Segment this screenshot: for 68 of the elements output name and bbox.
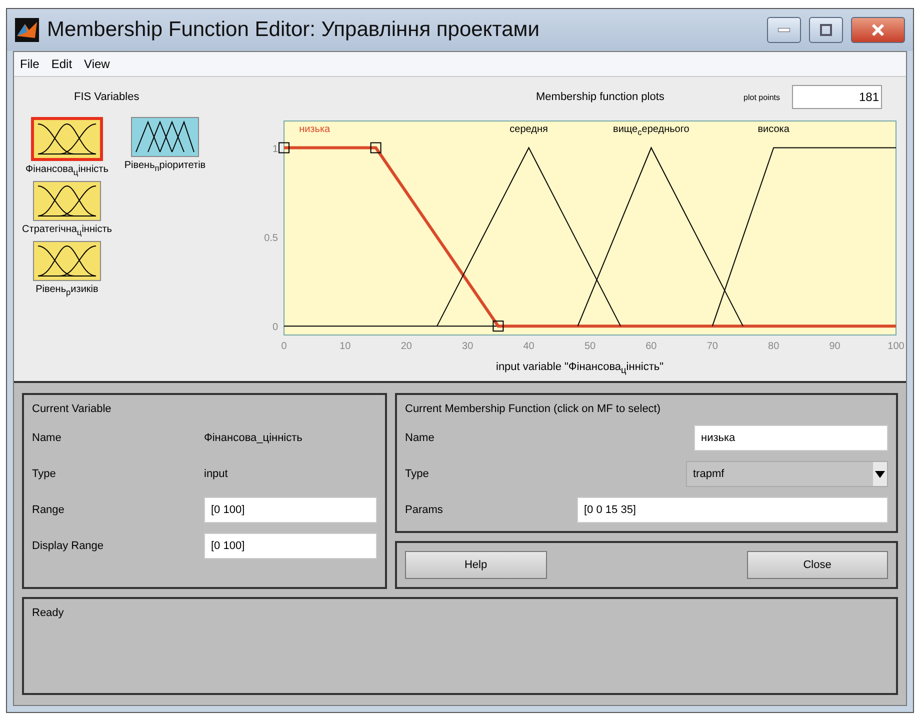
handle-marker[interactable] [278,142,290,154]
menu-item[interactable]: File [20,57,40,71]
variable-label: Рівень$_{р}$изиків [36,284,98,297]
field-label: Name [405,432,436,444]
menu-item[interactable]: View [84,57,110,71]
x-tick-label: 0 [281,341,287,352]
variable-label: Стратегічна$_{ц}$інність [22,224,112,237]
window-title: Membership Function Editor: Управління проектами [47,18,540,42]
mf-label[interactable]: низька [299,124,330,135]
field-label: Display Range [32,540,105,552]
x-tick-label: 10 [340,341,351,352]
plot-points-field[interactable]: 181 [792,85,882,109]
field-label: Range [32,504,66,516]
type-dropdown[interactable]: trapmf [686,461,888,487]
x-tick-label: 70 [706,341,718,352]
variable-label: Фінансова$_{ц}$інність [26,164,108,177]
mf-label[interactable]: вище$_{с}$ереднього [613,124,690,135]
variable-icon[interactable] [33,181,101,221]
variable-label: Рівень$_{п}$ріоритетів [124,160,206,173]
input-field[interactable]: низька [694,425,888,451]
field-label: Name [32,432,62,444]
x-tick-label: 90 [829,341,840,352]
x-axis-label: input variable "Фінансова$_{ц}$інність" [496,361,665,376]
maximize-button[interactable] [809,17,843,43]
y-tick-label: 0.5 [264,232,278,244]
close-icon [871,23,885,37]
field-value: input [204,468,228,480]
mf-line[interactable] [436,146,622,327]
minimize-icon [778,28,790,32]
field-value: Фінансова_цінність [204,432,302,444]
input-field[interactable]: [0 0 15 35] [577,497,888,523]
variable-icon[interactable] [131,117,199,157]
mf-label[interactable]: середня [510,124,548,135]
dialog-button[interactable]: Close [746,551,888,579]
variable-icon[interactable] [33,241,101,281]
field-label: Type [32,468,57,480]
x-tick-label: 20 [400,341,412,352]
fis-variables-title: FIS Variables [74,91,140,103]
close-button[interactable] [851,17,905,43]
x-tick-label: 80 [768,341,780,352]
dialog-button[interactable]: Help [405,551,546,579]
peaks-logo-icon [15,18,39,42]
handle-marker[interactable] [370,142,382,154]
x-tick-label: 100 [888,341,904,352]
variable-icon[interactable] [31,117,103,161]
mf-line[interactable] [577,146,744,327]
status-bar: Ready [22,597,898,695]
handle-marker[interactable] [492,320,504,332]
field-label: Type [405,468,430,480]
x-tick-label: 30 [462,341,474,352]
x-tick-label: 50 [584,341,596,352]
field-label: Params [405,504,444,516]
panel-title: Current Membership Function (click on MF to select) [405,403,662,415]
mf-line[interactable] [284,146,896,328]
input-field[interactable]: [0 100] [204,497,377,523]
input-field[interactable]: [0 100] [204,533,377,559]
maximize-icon [820,24,832,36]
panel-title: Current Variable [32,403,112,415]
mf-line[interactable] [712,147,896,327]
x-tick-label: 40 [523,341,534,352]
plot-title: Membership function plots [536,91,666,103]
x-tick-label: 60 [646,341,657,352]
plot-points-label: plot points [744,92,780,102]
menu-item[interactable]: Edit [51,57,72,71]
y-tick-label: 0 [272,322,278,334]
mf-label[interactable]: висока [758,124,790,135]
y-tick-label: 1 [272,144,278,155]
minimize-button[interactable] [767,17,801,43]
